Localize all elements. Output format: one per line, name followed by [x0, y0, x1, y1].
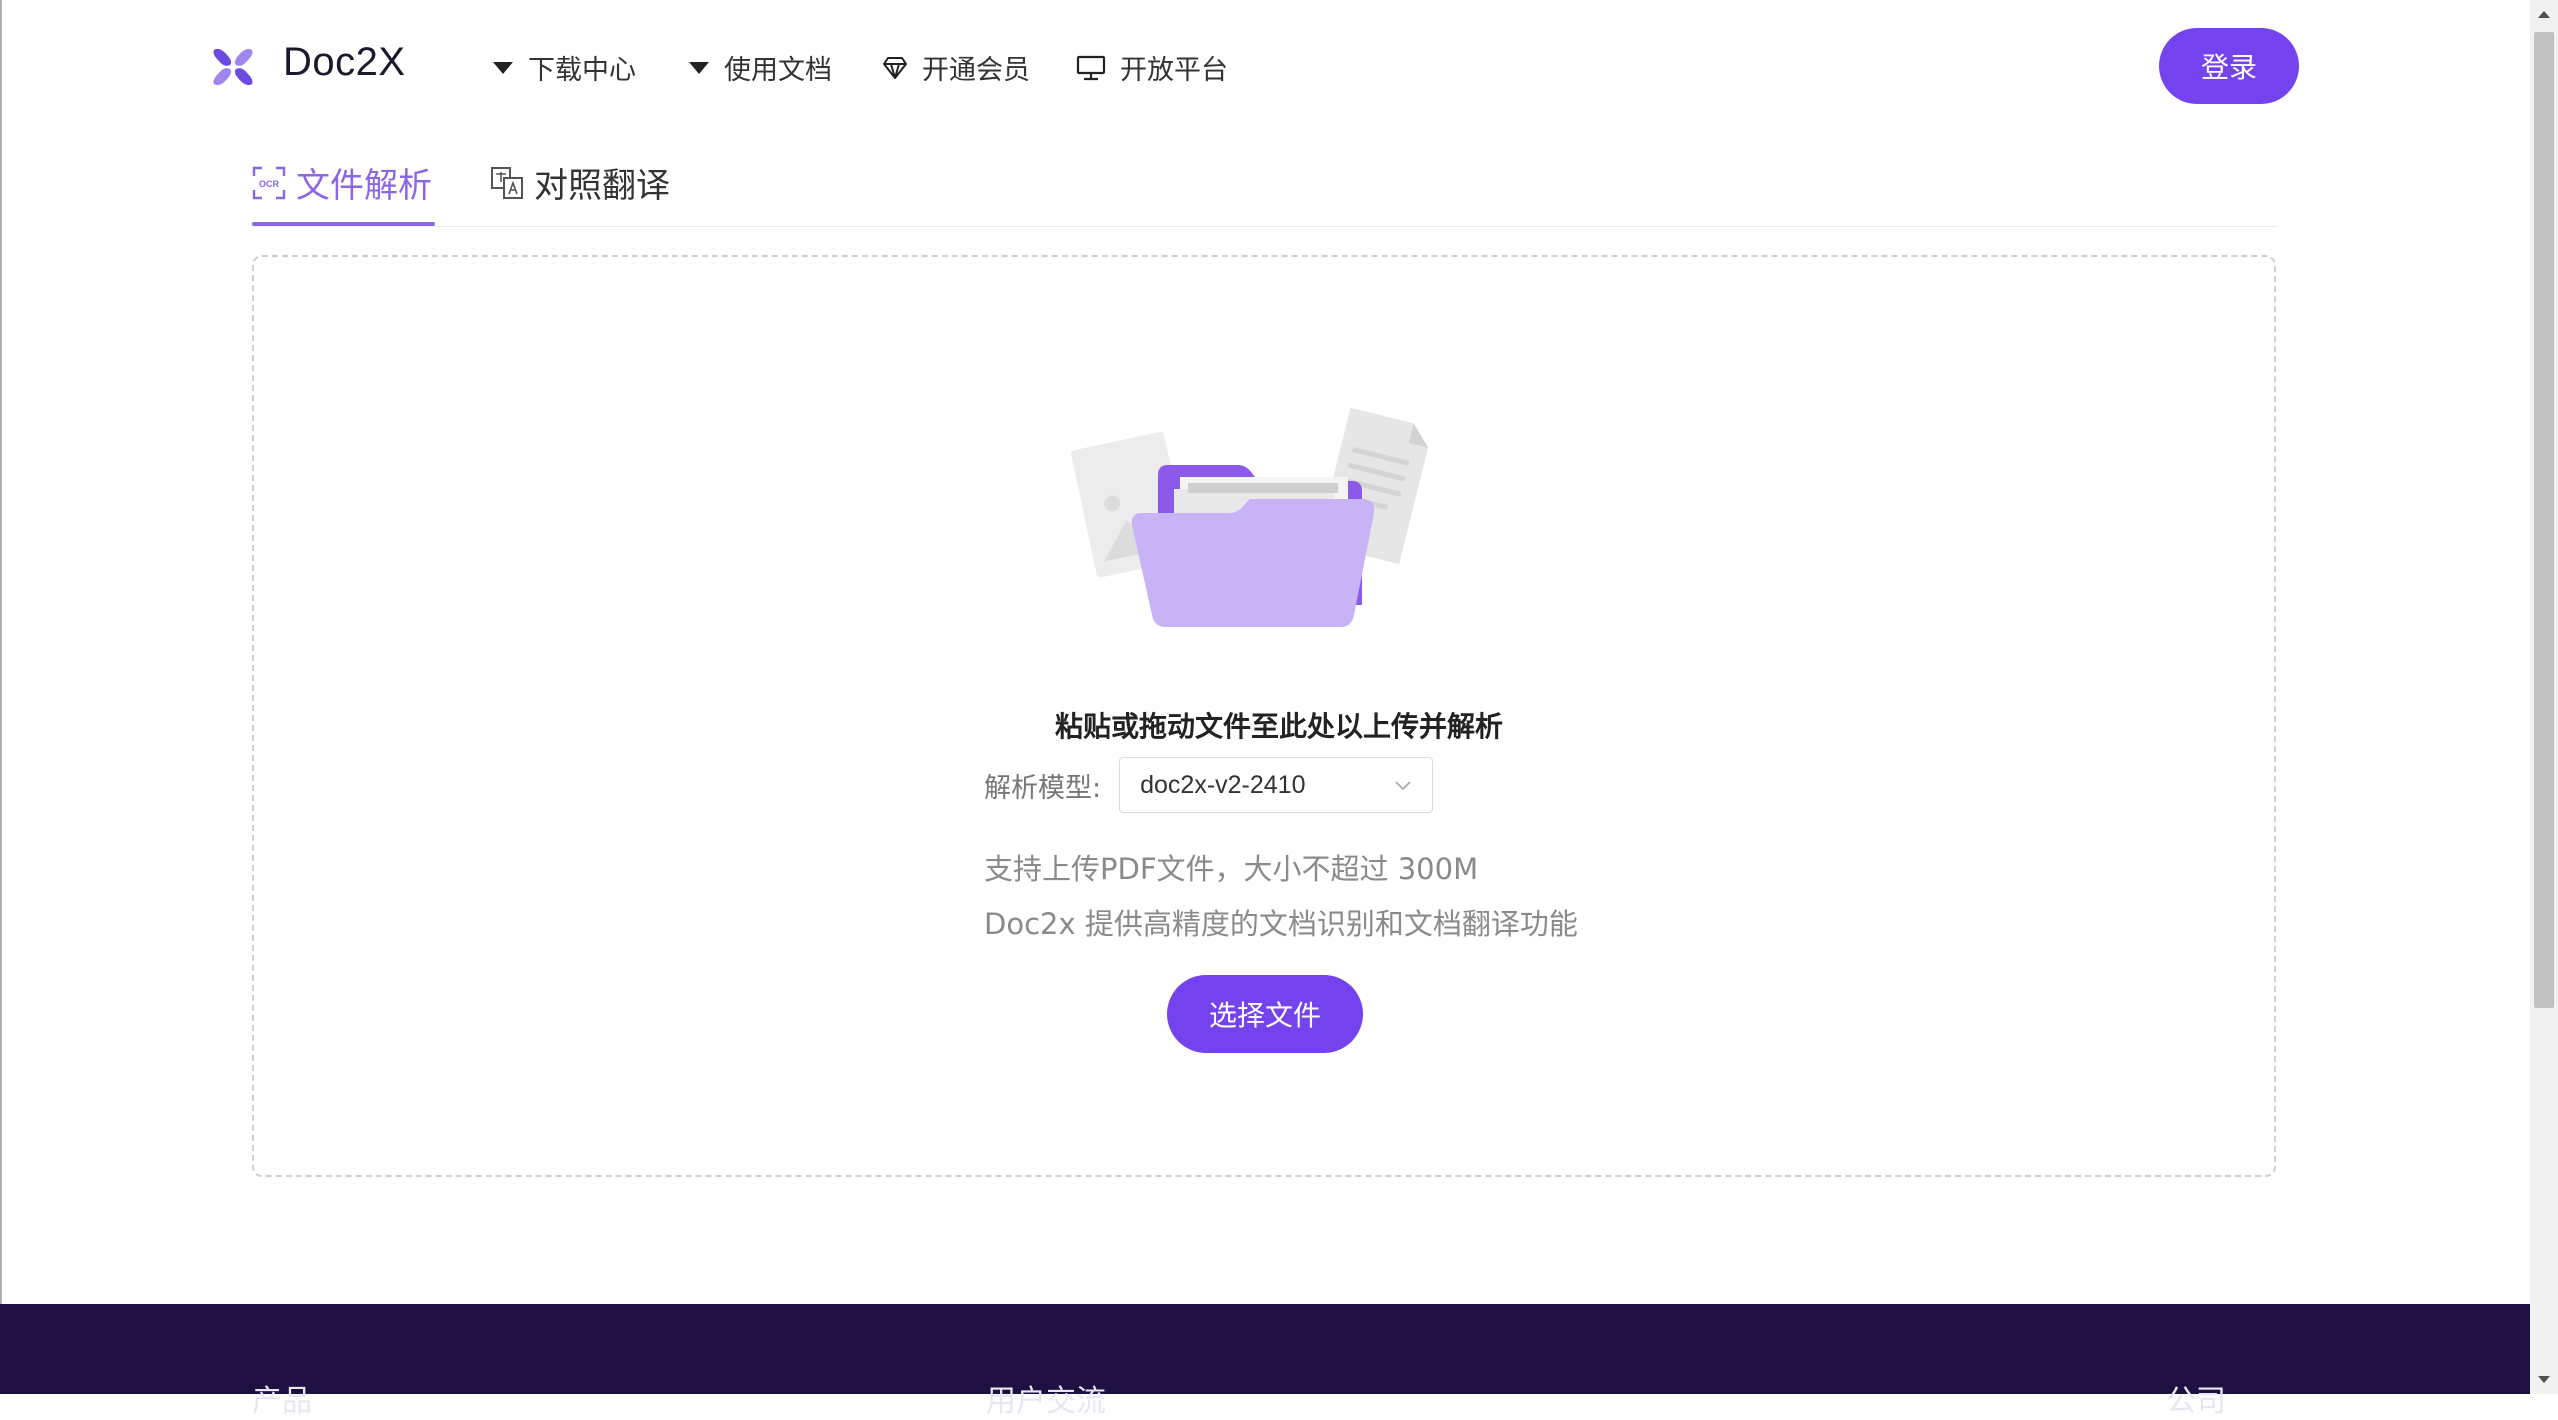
- nav-membership-label: 开通会员: [922, 55, 1030, 86]
- login-button[interactable]: 登录: [2159, 28, 2299, 104]
- nav-membership[interactable]: 开通会员: [882, 48, 1030, 87]
- folder-illustration: [1071, 407, 1429, 627]
- logo-text[interactable]: Doc2X: [283, 40, 406, 85]
- model-select[interactable]: doc2x-v2-2410: [1119, 757, 1434, 813]
- upload-prompt: 粘贴或拖动文件至此处以上传并解析: [1054, 710, 1503, 743]
- footer: [0, 1304, 2530, 1394]
- active-tab-indicator: [252, 222, 435, 226]
- nav-download-center[interactable]: 下载中心: [492, 48, 636, 87]
- tab-file-parse[interactable]: OCR 文件解析: [252, 158, 432, 207]
- scrollbar-thumb[interactable]: [2534, 32, 2554, 1008]
- choose-file-button[interactable]: 选择文件: [1167, 975, 1363, 1053]
- monitor-icon: [1076, 55, 1106, 80]
- nav-open-platform[interactable]: 开放平台: [1076, 48, 1228, 87]
- model-select-value: doc2x-v2-2410: [1140, 770, 1306, 799]
- chevron-down-icon: [1395, 781, 1411, 791]
- upload-description-hint: Doc2x 提供高精度的文档识别和文档翻译功能: [984, 907, 1578, 941]
- ocr-icon: OCR: [252, 166, 286, 199]
- nav-open-platform-label: 开放平台: [1120, 55, 1228, 86]
- doc2x-logo-icon[interactable]: [210, 44, 256, 90]
- scroll-down-arrow-icon[interactable]: [2530, 1366, 2558, 1394]
- tab-compare-translate-label: 对照翻译: [534, 166, 670, 206]
- caret-down-icon: [689, 61, 709, 74]
- window-edge: [0, 0, 2, 1304]
- tab-file-parse-label: 文件解析: [296, 166, 432, 206]
- tabs-divider: [252, 226, 2278, 227]
- caret-down-icon: [493, 61, 513, 74]
- footer-heading-company: 公司: [2166, 1384, 2226, 1419]
- model-label: 解析模型:: [984, 772, 1102, 804]
- upload-size-hint: 支持上传PDF文件，大小不超过 300M: [984, 852, 1479, 886]
- svg-text:OCR: OCR: [259, 179, 280, 189]
- footer-heading-community: 用户交流: [986, 1384, 1106, 1419]
- nav-docs[interactable]: 使用文档: [688, 48, 832, 87]
- diamond-icon: [883, 56, 907, 79]
- scroll-up-arrow-icon[interactable]: [2530, 0, 2558, 28]
- translate-icon: [491, 166, 523, 199]
- footer-heading-product: 产品: [252, 1384, 312, 1419]
- nav-docs-label: 使用文档: [724, 55, 832, 86]
- model-select-row: 解析模型: doc2x-v2-2410: [984, 757, 1434, 813]
- tab-compare-translate[interactable]: 对照翻译: [490, 158, 670, 207]
- nav-download-label: 下载中心: [528, 55, 636, 86]
